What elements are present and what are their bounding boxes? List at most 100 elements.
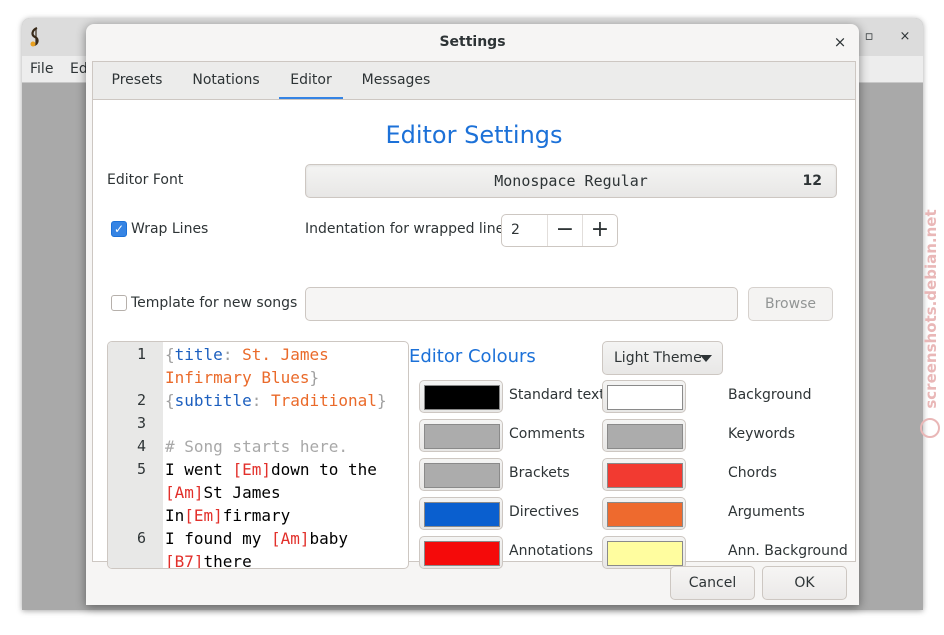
template-path-input[interactable]: [305, 287, 738, 321]
code-token: }: [309, 368, 320, 387]
tab-presets[interactable]: Presets: [99, 62, 175, 98]
colour-label: Ann. Background: [728, 543, 848, 559]
code-line: Infirmary Blues}: [165, 366, 319, 389]
indentation-spinbutton[interactable]: 2 − +: [501, 214, 618, 247]
code-token: St James: [203, 483, 281, 502]
font-size: 12: [802, 173, 822, 189]
code-token: title: [174, 345, 223, 364]
main-close-icon[interactable]: ×: [894, 26, 916, 48]
close-icon[interactable]: ×: [829, 31, 851, 53]
code-line: [Am]St James: [165, 481, 281, 504]
code-token: # Song starts here.: [165, 437, 349, 456]
colour-swatch: [424, 463, 500, 488]
minus-icon[interactable]: −: [547, 215, 582, 246]
ok-button[interactable]: OK: [762, 566, 847, 600]
plus-icon[interactable]: +: [582, 215, 617, 246]
code-token: {: [165, 345, 175, 364]
code-line: In[Em]firmary: [165, 504, 290, 527]
colour-swatch: [424, 385, 500, 410]
code-token: {: [165, 391, 175, 410]
line-number: 3: [136, 414, 146, 432]
code-token: }: [376, 391, 387, 410]
colour-label: Keywords: [728, 426, 796, 442]
code-token: I went: [165, 460, 233, 479]
colour-label: Annotations: [509, 543, 594, 559]
colour-button-chords[interactable]: [602, 458, 686, 491]
browse-button[interactable]: Browse: [748, 287, 833, 321]
colour-label: Background: [728, 387, 812, 403]
colour-button-arguments[interactable]: [602, 497, 686, 530]
code-token: :: [251, 391, 262, 410]
wrap-lines-label[interactable]: Wrap Lines: [131, 221, 208, 237]
editor-preview: 1 {title: St. James Infirmary Blues} 2 {sub…: [107, 341, 409, 569]
editor-font-button[interactable]: Monospace Regular 12: [305, 164, 837, 198]
colour-swatch: [607, 424, 683, 449]
indentation-value[interactable]: 2: [511, 215, 520, 246]
colour-swatch: [607, 463, 683, 488]
tab-bar: Presets Notations Editor Messages: [92, 61, 856, 100]
watermark-text: screenshots.debian.net: [922, 209, 940, 409]
line-number: 5: [136, 460, 146, 478]
colour-button-background[interactable]: [602, 380, 686, 413]
code-token: [Em]: [184, 506, 223, 525]
code-line: # Song starts here.: [165, 435, 348, 458]
code-token: :: [222, 345, 233, 364]
colour-swatch: [607, 502, 683, 527]
colour-label: Standard text: [509, 387, 605, 403]
theme-label: Light Theme: [614, 350, 702, 366]
line-number: 1: [136, 345, 146, 363]
editor-font-label: Editor Font: [107, 172, 184, 188]
main-maximize-icon[interactable]: ▫: [858, 26, 880, 48]
code-token: [Am]: [165, 483, 204, 502]
tab-messages[interactable]: Messages: [355, 62, 437, 98]
code-token: subtitle: [174, 391, 252, 410]
line-number: 6: [136, 529, 146, 547]
wrap-lines-checkbox[interactable]: ✓: [111, 221, 127, 237]
code-token: [Am]: [270, 529, 310, 548]
dialog-title: Settings: [439, 34, 506, 50]
colour-label: Arguments: [728, 504, 805, 520]
template-label[interactable]: Template for new songs: [131, 295, 297, 311]
code-line: I went [Em]down to the: [165, 458, 377, 481]
code-token: [Em]: [232, 460, 271, 479]
code-token: In: [165, 506, 185, 525]
menu-file[interactable]: File: [30, 61, 53, 77]
colour-swatch: [424, 424, 500, 449]
tab-editor[interactable]: Editor: [279, 62, 343, 100]
tab-notations[interactable]: Notations: [185, 62, 267, 98]
code-line: {title: St. James: [165, 343, 329, 366]
editor-settings-panel: Editor Settings Editor Font Monospace Re…: [92, 99, 856, 569]
font-name: Monospace Regular: [494, 172, 648, 190]
watermark: screenshots.debian.net: [916, 200, 944, 440]
watermark-logo-icon: [920, 418, 940, 438]
colour-label: Comments: [509, 426, 585, 442]
code-token: I found my: [165, 529, 271, 548]
colour-button-brackets[interactable]: [419, 458, 503, 491]
dialog-action-row: Cancel OK: [86, 561, 859, 605]
line-number: 2: [136, 391, 146, 409]
colour-label: Chords: [728, 465, 777, 481]
line-number: 4: [136, 437, 146, 455]
chevron-down-icon: [700, 355, 712, 362]
colour-swatch: [424, 502, 500, 527]
code-token: baby: [309, 529, 349, 548]
template-checkbox[interactable]: [111, 295, 127, 311]
cancel-button[interactable]: Cancel: [670, 566, 755, 600]
colour-label: Directives: [509, 504, 579, 520]
indentation-label: Indentation for wrapped lines: [305, 221, 512, 237]
settings-dialog: Settings × Presets Notations Editor Mess…: [86, 24, 859, 605]
code-line: {subtitle: Traditional}: [165, 389, 387, 412]
colour-button-standard-text[interactable]: [419, 380, 503, 413]
code-token: St. James: [232, 345, 329, 364]
code-token: down to the: [270, 460, 377, 479]
editor-colours-heading: Editor Colours: [409, 346, 536, 367]
app-logo-icon: [28, 26, 44, 47]
colour-label: Brackets: [509, 465, 570, 481]
code-token: Infirmary Blues: [165, 368, 310, 387]
colour-swatch: [607, 385, 683, 410]
colour-button-directives[interactable]: [419, 497, 503, 530]
code-token: Traditional: [261, 391, 377, 410]
theme-dropdown[interactable]: Light Theme: [602, 341, 723, 375]
colour-button-comments[interactable]: [419, 419, 503, 452]
colour-button-keywords[interactable]: [602, 419, 686, 452]
